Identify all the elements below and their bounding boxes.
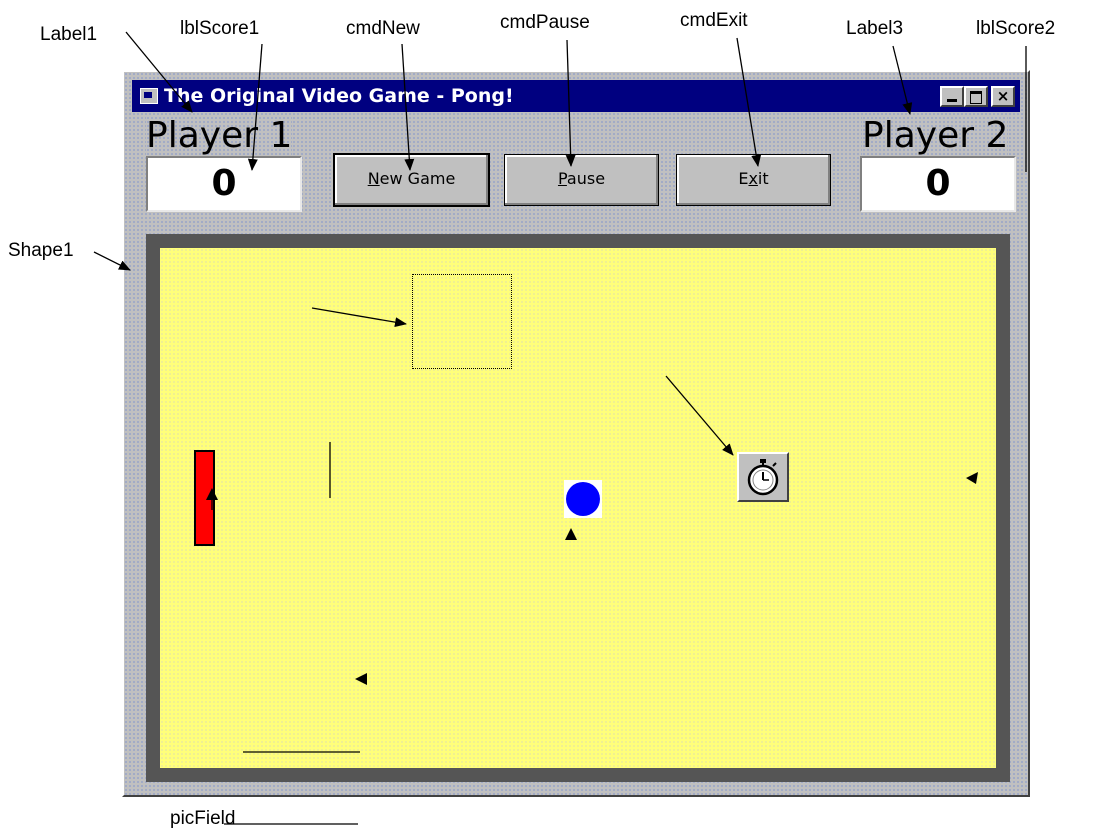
minimize-button[interactable]: [940, 86, 964, 107]
player1-score: 0: [146, 156, 302, 212]
close-button[interactable]: ×: [991, 86, 1015, 107]
exit-label-end: it: [757, 169, 769, 188]
exit-label-start: E: [738, 169, 749, 188]
pause-mnemonic: P: [557, 169, 567, 188]
close-icon: ×: [996, 87, 1010, 105]
player2-score: 0: [860, 156, 1016, 212]
minimize-icon: [947, 99, 957, 102]
new-game-mnemonic: N: [367, 169, 380, 188]
player2-label: Player 2: [862, 115, 1009, 156]
form-window: The Original Video Game - Pong! × Player…: [122, 70, 1030, 797]
callout-cmdnew: cmdNew: [346, 18, 420, 39]
callout-label1: Label1: [40, 24, 98, 45]
callout-shape1: Shape1: [8, 240, 74, 261]
pic-blank[interactable]: [412, 274, 512, 369]
player1-label: Player 1: [146, 115, 293, 156]
exit-mnemonic: x: [748, 169, 758, 188]
maximize-button[interactable]: [964, 86, 988, 107]
pic-ball[interactable]: [564, 480, 602, 518]
shape1-border: [146, 234, 1010, 782]
new-game-label: ew Game: [379, 169, 456, 188]
window-title: The Original Video Game - Pong!: [164, 85, 514, 107]
callout-cmdpause: cmdPause: [500, 12, 590, 33]
pic-paddle[interactable]: [194, 450, 215, 546]
new-game-button[interactable]: New Game: [334, 154, 489, 206]
tim-game[interactable]: [737, 452, 789, 502]
app-icon[interactable]: [140, 88, 158, 104]
pause-button[interactable]: Pause: [504, 154, 659, 206]
callout-label3: Label3: [846, 18, 904, 39]
callout-cmdexit: cmdExit: [680, 10, 748, 31]
exit-button[interactable]: Exit: [676, 154, 831, 206]
title-bar[interactable]: The Original Video Game - Pong! ×: [132, 80, 1020, 112]
pause-label: ause: [566, 169, 606, 188]
callout-lblscore2: lblScore2: [976, 18, 1056, 39]
callout-lblscore1: lblScore1: [180, 18, 260, 39]
stopwatch-icon: [747, 459, 779, 496]
pic-field[interactable]: [160, 248, 996, 768]
maximize-icon: [970, 91, 982, 104]
callout-picfield: picField: [170, 808, 236, 829]
